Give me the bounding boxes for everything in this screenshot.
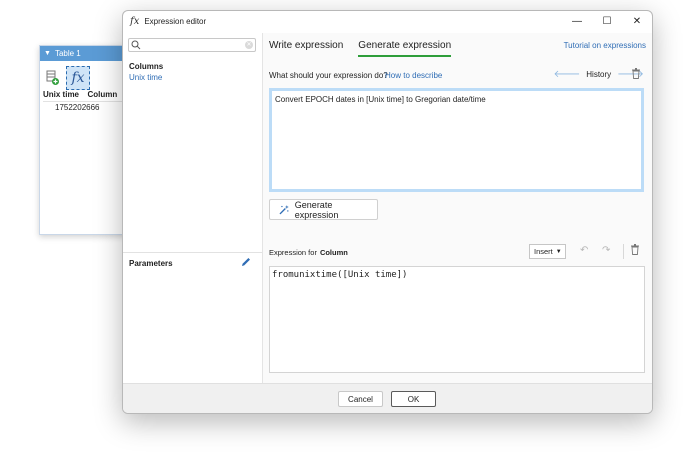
table-window-title: Table 1	[54, 49, 81, 58]
sidebar: ✕ Columns Unix time Parameters	[123, 33, 263, 383]
divider	[123, 252, 262, 253]
table-window-titlebar[interactable]: ▼ Table 1	[40, 46, 132, 61]
columns-heading: Columns	[129, 62, 164, 71]
add-column-icon[interactable]	[46, 70, 60, 86]
cancel-button[interactable]: Cancel	[338, 391, 383, 407]
close-icon[interactable]: ✕	[622, 11, 652, 32]
clear-expression-trash-icon[interactable]	[630, 244, 640, 255]
generate-expression-button[interactable]: Generate expression	[269, 199, 378, 220]
table-row[interactable]: 1752202666	[43, 101, 127, 112]
toolbar-divider	[623, 244, 624, 259]
dialog-footer: Cancel OK	[123, 383, 652, 413]
search-input[interactable]: ✕	[128, 38, 256, 52]
dialog-titlebar[interactable]: fx Expression editor — ☐ ✕	[123, 11, 652, 32]
edit-parameters-pencil-icon[interactable]	[240, 256, 252, 268]
how-to-describe-link[interactable]: How to describe	[385, 71, 442, 80]
magic-wand-icon	[279, 204, 289, 214]
tutorial-link[interactable]: Tutorial on expressions	[564, 41, 646, 50]
prompt-question-label: What should your expression do?	[269, 71, 388, 80]
insert-dropdown[interactable]: Insert ▼	[529, 244, 566, 259]
expression-editor-dialog: fx Expression editor — ☐ ✕ ✕ Columns Uni…	[122, 10, 653, 414]
table-header-unix-time[interactable]: Unix time	[43, 90, 88, 99]
generate-expression-label: Generate expression	[294, 199, 339, 220]
clear-search-icon[interactable]: ✕	[245, 41, 253, 49]
maximize-icon[interactable]: ☐	[592, 11, 622, 32]
collapse-icon[interactable]: ▼	[44, 50, 51, 57]
tab-generate-expression[interactable]: Generate expression	[358, 40, 452, 57]
undo-icon[interactable]: ↶	[580, 245, 588, 256]
expression-target-column: Column	[319, 248, 348, 257]
table-cell: 1752202666	[55, 103, 100, 112]
clear-prompt-trash-icon[interactable]	[631, 68, 641, 79]
table-window: ▼ Table 1 fx Unix time Column 1752202666	[39, 45, 133, 235]
prompt-textarea[interactable]: Convert EPOCH dates in [Unix time] to Gr…	[269, 88, 644, 192]
fx-icon: fx	[130, 16, 140, 27]
search-icon	[131, 40, 141, 50]
expression-for-label: Expression for Column	[269, 248, 348, 257]
ok-button[interactable]: OK	[391, 391, 436, 407]
column-item-unix-time[interactable]: Unix time	[129, 73, 162, 82]
chevron-down-icon: ▼	[555, 248, 562, 255]
expression-editor[interactable]: fromunixtime([Unix time])	[269, 266, 645, 373]
history-back-icon[interactable]: 🡐	[553, 68, 580, 80]
redo-icon[interactable]: ↷	[602, 245, 610, 256]
expression-fx-icon[interactable]: fx	[66, 66, 90, 90]
dialog-title: Expression editor	[144, 17, 207, 26]
expression-for-text: Expression for	[269, 248, 317, 257]
history-label[interactable]: History	[586, 70, 611, 79]
parameters-heading: Parameters	[129, 259, 173, 268]
main-panel: Write expression Generate expression Tut…	[263, 33, 652, 383]
minimize-icon[interactable]: —	[562, 11, 592, 32]
tab-write-expression[interactable]: Write expression	[269, 40, 343, 57]
insert-label: Insert	[534, 247, 553, 256]
